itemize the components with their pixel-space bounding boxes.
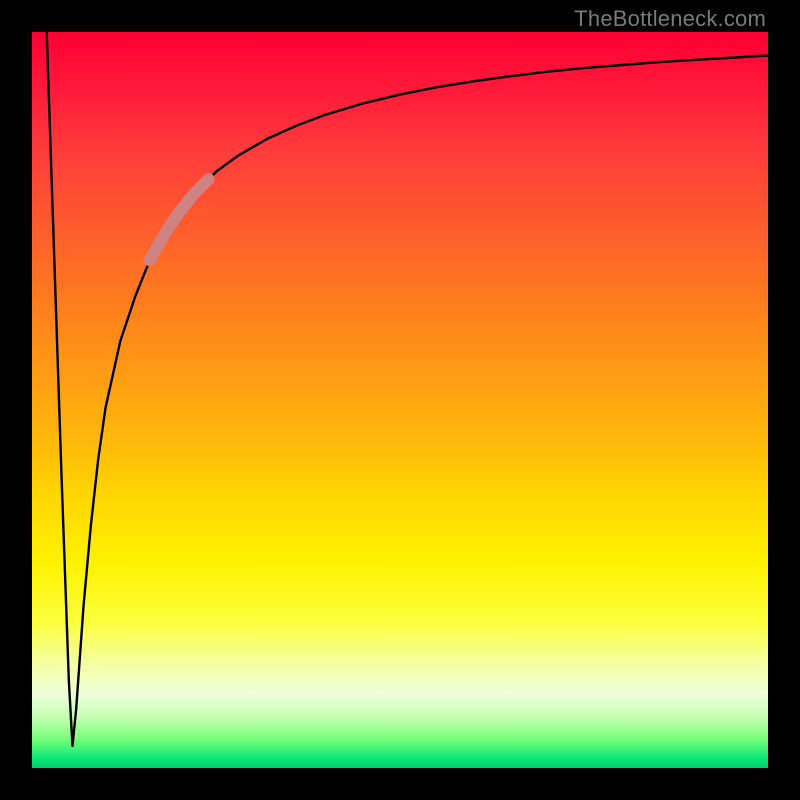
- plot-area: [32, 32, 768, 768]
- watermark-text: TheBottleneck.com: [574, 6, 766, 32]
- chart-frame: TheBottleneck.com: [0, 0, 800, 800]
- bottleneck-curve: [47, 32, 768, 746]
- curve-svg: [32, 32, 768, 768]
- highlighted-segment: [150, 179, 209, 260]
